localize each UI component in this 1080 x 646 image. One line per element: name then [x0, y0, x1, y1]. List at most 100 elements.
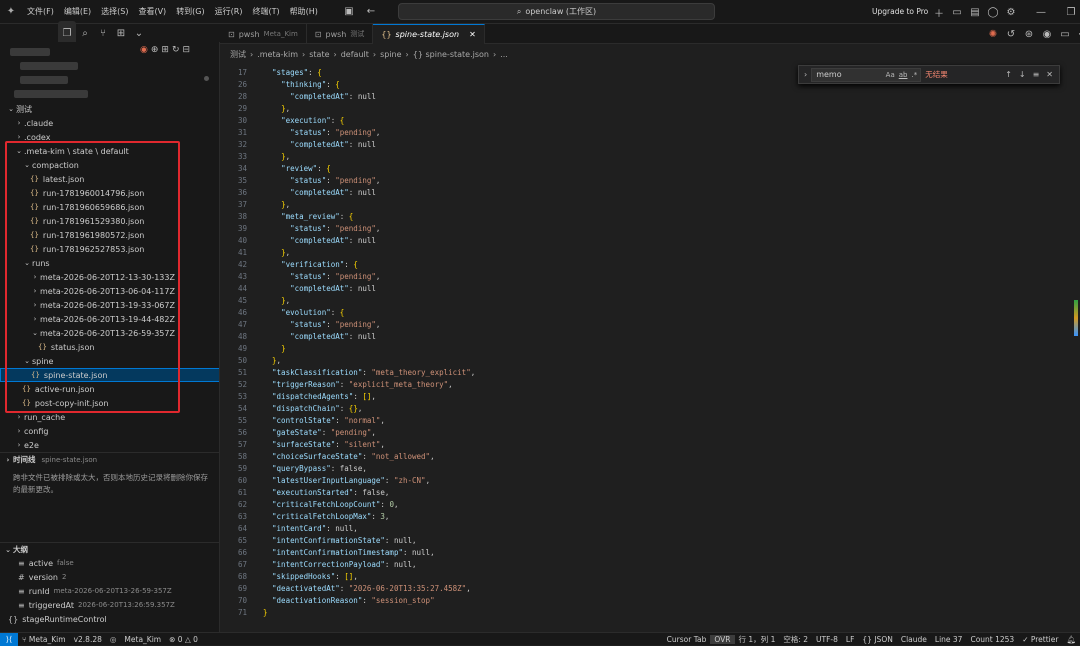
outline-item[interactable]: # version 2	[0, 570, 219, 584]
code-line[interactable]: 43 "status": "pending",	[220, 271, 1080, 283]
chat-icon[interactable]: ▤	[966, 0, 984, 24]
tree-item[interactable]: {} run-1781961980572.json	[0, 228, 219, 242]
ovr-item[interactable]: OVR	[710, 634, 735, 644]
code-line[interactable]: 31 "status": "pending",	[220, 127, 1080, 139]
history-icon[interactable]: ↺	[1002, 22, 1020, 46]
preview-icon[interactable]: ◉	[1038, 22, 1056, 46]
cursor-tab-item[interactable]: Cursor Tab	[663, 635, 711, 644]
code-line[interactable]: 38 "meta_review": {	[220, 211, 1080, 223]
code-line[interactable]: 59 "queryBypass": false,	[220, 463, 1080, 475]
breadcrumb-item[interactable]: spine	[380, 50, 401, 59]
tree-item[interactable]: › run_cache	[0, 410, 219, 424]
outline-item[interactable]: ≡ triggeredAt 2026-06-20T13:26:59.357Z	[0, 598, 219, 612]
plus-icon[interactable]: ＋	[930, 0, 948, 24]
tree-item[interactable]: {} run-1781960014796.json	[0, 186, 219, 200]
tree-item[interactable]: ⌄ .meta-kim \ state \ default	[0, 144, 219, 158]
tree-item[interactable]: {} active-run.json	[0, 382, 219, 396]
close-find-icon[interactable]: ✕	[1046, 70, 1053, 79]
tree-item[interactable]: › meta-2026-06-20T13-06-04-117Z	[0, 284, 219, 298]
tree-item[interactable]: {} run-1781960659686.json	[0, 200, 219, 214]
menu-item[interactable]: 文件(F)	[22, 0, 59, 24]
code-line[interactable]: 41 },	[220, 247, 1080, 259]
restore-icon[interactable]: ❐	[1062, 0, 1080, 24]
tree-item[interactable]: {} post-copy-init.json	[0, 396, 219, 410]
panel-icon[interactable]: ▭	[948, 0, 966, 24]
split-editor-icon[interactable]: ▭	[1056, 22, 1074, 46]
code-line[interactable]: 45 },	[220, 295, 1080, 307]
menu-item[interactable]: 帮助(H)	[285, 0, 323, 24]
version-item[interactable]: v2.8.28	[70, 635, 106, 644]
code-line[interactable]: 33 },	[220, 151, 1080, 163]
code-line[interactable]: 57 "surfaceState": "silent",	[220, 439, 1080, 451]
project-item[interactable]: Meta_Kim	[120, 635, 165, 644]
eol[interactable]: LF	[842, 635, 859, 644]
code-line[interactable]: 69 "deactivatedAt": "2026-06-20T13:35:27…	[220, 583, 1080, 595]
tab-spine-state-json[interactable]: {} spine-state.json ✕	[373, 24, 485, 44]
toggle-replace-chevron-icon[interactable]: ›	[804, 70, 807, 79]
breadcrumb-item[interactable]: 测试	[230, 49, 246, 60]
code-line[interactable]: 68 "skippedHooks": [],	[220, 571, 1080, 583]
notifications-bell-icon[interactable]: 🔔︎	[1062, 635, 1080, 644]
code-line[interactable]: 52 "triggerReason": "explicit_meta_theor…	[220, 379, 1080, 391]
code-line[interactable]: 29 },	[220, 103, 1080, 115]
breadcrumb-item[interactable]: state	[309, 50, 329, 59]
breadcrumb-item[interactable]: ...	[500, 50, 508, 59]
tree-item[interactable]: ⌄ meta-2026-06-20T13-26-59-357Z	[0, 326, 219, 340]
new-file-icon[interactable]: ⊕	[151, 45, 159, 55]
code-line[interactable]: 28 "completedAt": null	[220, 91, 1080, 103]
timeline-header[interactable]: › 时间线 spine-state.json	[0, 452, 219, 466]
more-actions-icon[interactable]: ⋯	[1074, 22, 1080, 46]
tree-item[interactable]: ⌄ runs	[0, 256, 219, 270]
outline-item[interactable]: ≡ active false	[0, 556, 219, 570]
language-mode[interactable]: {} JSON	[858, 635, 896, 644]
prettier-item[interactable]: ✓ Prettier	[1018, 635, 1062, 644]
cursor-position[interactable]: 行 1，列 1	[735, 634, 780, 645]
code-line[interactable]: 37 },	[220, 199, 1080, 211]
code-line[interactable]: 70 "deactivationReason": "session_stop"	[220, 595, 1080, 607]
outline-item[interactable]: ≡ runId meta-2026-06-20T13-26-59-357Z	[0, 584, 219, 598]
upgrade-button[interactable]: Upgrade to Pro	[872, 0, 928, 24]
find-input[interactable]: memo Aa ab .*	[811, 67, 922, 82]
code-line[interactable]: 39 "status": "pending",	[220, 223, 1080, 235]
refresh-icon[interactable]: ↻	[172, 45, 180, 55]
menu-item[interactable]: 选择(S)	[96, 0, 133, 24]
branch-item[interactable]: ⑂ Meta_Kim	[18, 635, 70, 644]
code-line[interactable]: 63 "criticalFetchLoopMax": 3,	[220, 511, 1080, 523]
tree-item[interactable]: {} latest.json	[0, 172, 219, 186]
code-line[interactable]: 65 "intentConfirmationState": null,	[220, 535, 1080, 547]
code-line[interactable]: 47 "status": "pending",	[220, 319, 1080, 331]
previous-match-icon[interactable]: ↑	[1005, 70, 1012, 79]
layout-toggle-icon[interactable]: ▣	[340, 0, 358, 24]
tree-item[interactable]: ⌄ compaction	[0, 158, 219, 172]
menu-item[interactable]: 转到(G)	[171, 0, 209, 24]
breadcrumb-item[interactable]: {} spine-state.json	[413, 50, 489, 59]
tab-pwsh-test[interactable]: ⊡ pwsh 测试	[307, 24, 374, 44]
tree-item[interactable]: {} run-1781962527853.json	[0, 242, 219, 256]
tree-item[interactable]: › .codex	[0, 130, 219, 144]
problems-item[interactable]: ⊗ 0 △ 0	[165, 635, 202, 644]
outline-header[interactable]: ⌄ 大纲	[0, 542, 219, 556]
new-folder-icon[interactable]: ⊞	[161, 45, 169, 55]
breadcrumb-item[interactable]: default	[341, 50, 369, 59]
minimize-icon[interactable]: —	[1032, 0, 1050, 24]
code-line[interactable]: 56 "gateState": "pending",	[220, 427, 1080, 439]
code-line[interactable]: 60 "latestUserInputLanguage": "zh-CN",	[220, 475, 1080, 487]
code-line[interactable]: 50 },	[220, 355, 1080, 367]
outline-item[interactable]: {} stageRuntimeControl	[0, 612, 219, 626]
tree-item[interactable]: › meta-2026-06-20T13-19-44-482Z	[0, 312, 219, 326]
code-editor[interactable]: 17 "stages": {26 "thinking": {28 "comple…	[220, 63, 1080, 632]
code-line[interactable]: 49 }	[220, 343, 1080, 355]
tree-item[interactable]: › config	[0, 424, 219, 438]
tree-item[interactable]: › e2e	[0, 438, 219, 452]
model-item[interactable]: Claude	[897, 635, 931, 644]
tree-item[interactable]: ⌄ spine	[0, 354, 219, 368]
code-line[interactable]: 48 "completedAt": null	[220, 331, 1080, 343]
tree-item[interactable]: {} run-1781961529380.json	[0, 214, 219, 228]
openai-icon[interactable]: ⊛	[1020, 22, 1038, 46]
code-line[interactable]: 55 "controlState": "normal",	[220, 415, 1080, 427]
menu-item[interactable]: 查看(V)	[133, 0, 171, 24]
encoding[interactable]: UTF-8	[812, 635, 842, 644]
code-line[interactable]: 30 "execution": {	[220, 115, 1080, 127]
tree-item[interactable]: › .claude	[0, 116, 219, 130]
tab-pwsh-metakim[interactable]: ⊡ pwsh Meta_Kim	[220, 24, 307, 44]
